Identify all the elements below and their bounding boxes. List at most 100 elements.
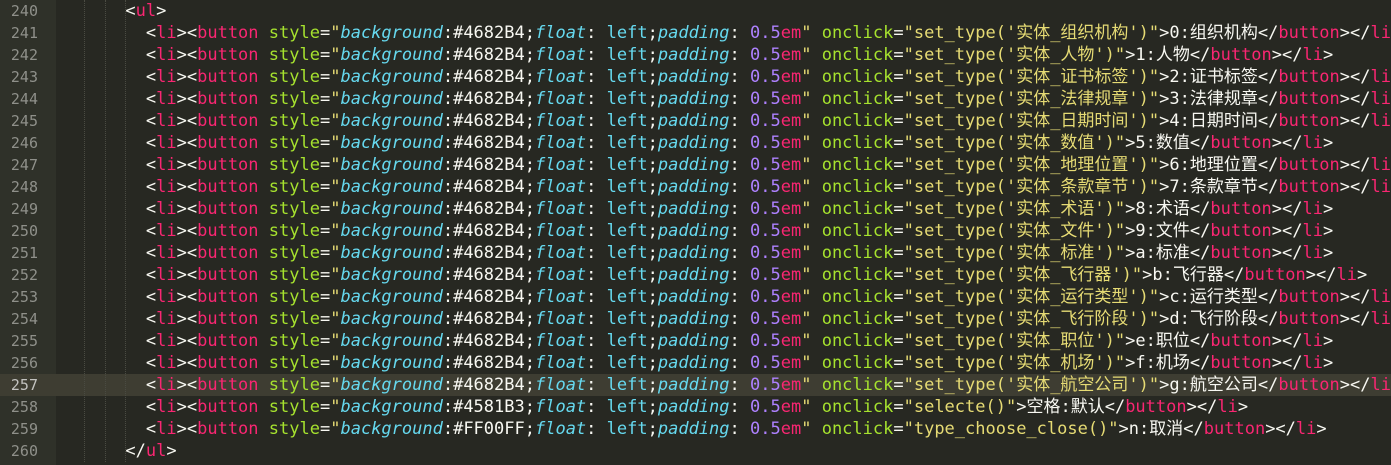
code-line[interactable]: 241 <li><button style="background:#4682B… [0, 22, 1391, 44]
tag-bracket: ></ [1339, 375, 1371, 395]
tag-name: button [1125, 397, 1187, 417]
number: 0.5 [750, 45, 781, 65]
unit: em [780, 221, 802, 241]
string: "set_type('实体_飞行阶段')" [903, 309, 1160, 329]
code-line[interactable]: 240 <ul> [0, 0, 1391, 22]
button-label-text: 8:术语 [1135, 199, 1190, 219]
code-line[interactable]: 252 <li><button style="background:#4682B… [0, 264, 1391, 286]
tag-name: li [156, 353, 177, 373]
code-line[interactable]: 253 <li><button style="background:#4682B… [0, 286, 1391, 308]
code-line[interactable]: 249 <li><button style="background:#4682B… [0, 198, 1391, 220]
code-token: ; [647, 309, 658, 329]
code-line[interactable]: 248 <li><button style="background:#4682B… [0, 176, 1391, 198]
code-line[interactable]: 259 <li><button style="background:#FF00F… [0, 418, 1391, 440]
tag-name: li [1370, 67, 1391, 87]
code-line[interactable]: 257 <li><button style="background:#4682B… [0, 374, 1391, 396]
tag-bracket: > [1159, 89, 1170, 109]
code-token: = [319, 89, 331, 109]
string: " [801, 309, 812, 329]
css-property: float [534, 221, 587, 241]
tag-bracket: >< [176, 397, 198, 417]
tag-name: li [1370, 375, 1391, 395]
tag-name: li [1370, 89, 1391, 109]
code-token: = [319, 419, 331, 439]
tag-name: button [1203, 419, 1266, 439]
line-text: <li><button style="background:#4581B3;fl… [64, 396, 1248, 418]
tag-name: button [1210, 243, 1272, 263]
css-property: padding [657, 111, 730, 131]
tag-name: li [1302, 331, 1323, 351]
code-token: = [319, 353, 331, 373]
tag-bracket: > [1322, 221, 1334, 241]
css-property: background [340, 397, 443, 417]
string: "set_type('实体_地理位置')" [903, 155, 1160, 175]
unit: em [780, 375, 802, 395]
code-line[interactable]: 242 <li><button style="background:#4682B… [0, 44, 1391, 66]
code-token: : [586, 309, 607, 329]
string: " [330, 133, 341, 153]
color-value: #4682B4 [453, 331, 525, 351]
tag-bracket: > [1322, 353, 1334, 373]
string: " [801, 243, 812, 263]
code-line[interactable]: 256 <li><button style="background:#4682B… [0, 352, 1391, 374]
code-line[interactable]: 251 <li><button style="background:#4682B… [0, 242, 1391, 264]
indent-guide [104, 0, 106, 462]
code-line[interactable]: 250 <li><button style="background:#4682B… [0, 220, 1391, 242]
code-line[interactable]: 246 <li><button style="background:#4682B… [0, 132, 1391, 154]
line-number: 248 [10, 178, 38, 196]
code-line[interactable]: 260 </ul> [0, 440, 1391, 462]
code-line[interactable]: 247 <li><button style="background:#4682B… [0, 154, 1391, 176]
code-area[interactable]: 240 <ul> 241 <li><button style="backgroun… [0, 0, 1391, 462]
tag-bracket: </ [1257, 111, 1279, 131]
code-token: ; [524, 177, 535, 197]
attribute-name: onclick [821, 155, 894, 175]
tag-name: button [1278, 309, 1340, 329]
string: " [330, 111, 341, 131]
code-line[interactable]: 245 <li><button style="background:#4682B… [0, 110, 1391, 132]
code-token: : [729, 309, 750, 329]
button-label-text: n:取消 [1128, 419, 1184, 439]
string: "set_type('实体_数值')" [903, 133, 1126, 153]
string: " [801, 331, 812, 351]
unit: em [780, 353, 802, 373]
number: 0.5 [750, 397, 781, 417]
tag-name: li [1302, 133, 1323, 153]
line-number: 240 [10, 2, 38, 20]
code-line[interactable]: 243 <li><button style="background:#4682B… [0, 66, 1391, 88]
button-label-text: g:航空公司 [1169, 375, 1258, 395]
unit: em [780, 155, 802, 175]
code-line[interactable]: 244 <li><button style="background:#4682B… [0, 88, 1391, 110]
code-token: ; [647, 221, 658, 241]
tag-bracket: < [145, 133, 157, 153]
tag-bracket: ></ [1339, 287, 1371, 307]
tag-bracket: > [1322, 331, 1334, 351]
tag-bracket: ></ [1271, 331, 1303, 351]
tag-bracket: >< [176, 243, 198, 263]
tag-bracket: >< [176, 353, 198, 373]
attribute-name: onclick [821, 111, 894, 131]
code-token: ; [647, 397, 658, 417]
code-token: : [442, 177, 454, 197]
code-token: : [586, 419, 607, 439]
unit: em [780, 287, 802, 307]
code-token: : [442, 45, 454, 65]
css-property: float [534, 199, 587, 219]
code-token: ; [647, 287, 658, 307]
tag-bracket: ></ [1305, 265, 1337, 285]
line-text: <li><button style="background:#4682B4;fl… [64, 198, 1333, 220]
code-editor[interactable]: 240 <ul> 241 <li><button style="backgroun… [0, 0, 1391, 465]
color-value: #4682B4 [453, 199, 525, 219]
code-line[interactable]: 258 <li><button style="background:#4581B… [0, 396, 1391, 418]
code-token: = [893, 243, 904, 263]
code-token: ; [524, 265, 535, 285]
code-line[interactable]: 254 <li><button style="background:#4682B… [0, 308, 1391, 330]
button-label-text: 9:文件 [1135, 221, 1190, 241]
code-token: : [442, 265, 454, 285]
code-line[interactable]: 255 <li><button style="background:#4682B… [0, 330, 1391, 352]
string: "set_type('实体_条款章节')" [903, 177, 1160, 197]
